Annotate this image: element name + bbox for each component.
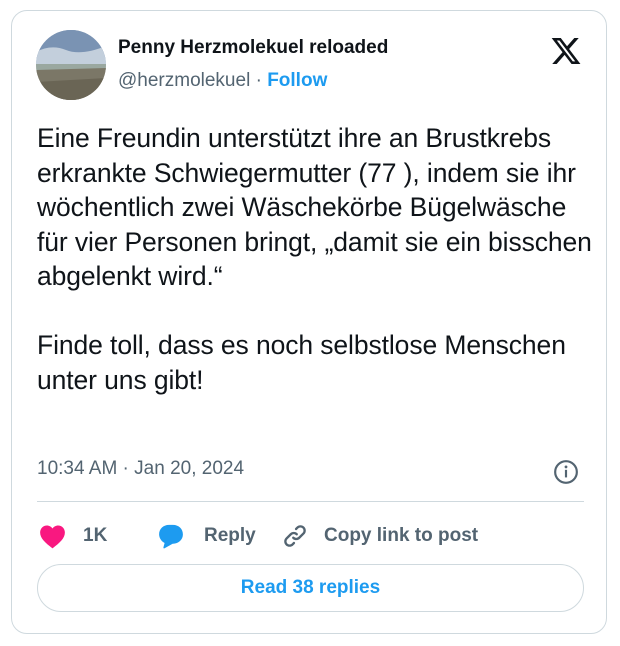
post-card: Penny Herzmolekuel reloaded @herzmolekue… [11,10,607,634]
like-button[interactable]: 1K [39,518,107,554]
read-replies-button[interactable]: Read 38 replies [37,564,584,612]
separator-dot: · [255,70,262,91]
avatar-landscape-image [36,30,106,100]
copy-link-button[interactable]: Copy link to post [281,518,478,554]
avatar[interactable] [36,30,106,100]
like-count: 1K [83,525,108,546]
heart-icon [40,524,65,548]
reply-button[interactable]: Reply [157,518,256,554]
action-bar: 1K Reply Copy link to post [37,518,584,554]
author-name[interactable]: Penny Herzmolekuel reloaded [118,37,388,59]
post-text: Eine Freundin unterstützt ihre an Brustk… [37,123,592,395]
copy-link-label: Copy link to post [324,525,479,546]
info-icon[interactable] [553,459,579,485]
author-handle[interactable]: @herzmolekuel [118,70,250,91]
follow-button[interactable]: Follow [267,70,327,91]
divider [37,501,584,502]
link-icon [284,525,306,547]
speech-bubble-icon [159,524,183,549]
reply-label: Reply [204,525,256,546]
post-timestamp[interactable]: 10:34 AM · Jan 20, 2024 [37,458,244,480]
read-replies-label: Read 38 replies [240,577,381,598]
author-handle-row: @herzmolekuel · Follow [118,70,327,92]
x-logo-icon[interactable] [550,35,582,67]
